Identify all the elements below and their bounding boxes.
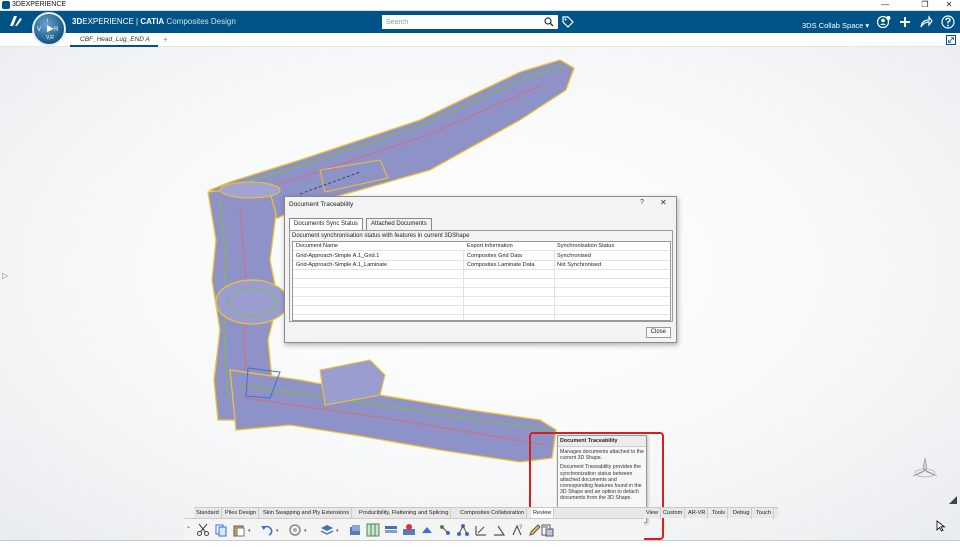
section-tab-view[interactable]: View — [644, 508, 662, 519]
column-header-export-information[interactable]: Export Information — [467, 243, 553, 249]
ds-logo-icon[interactable] — [8, 14, 24, 31]
restore-button[interactable]: ❐ — [914, 0, 936, 9]
share-icon[interactable] — [919, 15, 933, 29]
table-row[interactable]: Grid-Approach-Simple A.1_Laminate Compos… — [293, 261, 670, 270]
export-information-cell: Composites Laminate Data — [467, 262, 535, 268]
document-traceability-icon[interactable] — [540, 523, 554, 537]
user-profile-icon[interactable] — [877, 15, 891, 29]
section-tab-custom[interactable]: Custom — [661, 508, 686, 519]
empty-row — [293, 279, 670, 288]
document-tab-label: CBF_Head_Lug_END A — [80, 36, 150, 43]
section-tab-debug[interactable]: Debug — [731, 508, 753, 519]
table-row[interactable]: Grid-Approach-Simple A.1_Grid.1 Composit… — [293, 252, 670, 261]
action-toolbar: ⌄ ▾ ▾ ▾ ▾ ? — [184, 518, 644, 540]
document-tab-bar: CBF_Head_Lug_END A + — [0, 33, 960, 47]
pin-icon[interactable] — [402, 523, 416, 537]
cut-icon[interactable] — [196, 523, 210, 537]
update-icon[interactable] — [288, 523, 302, 537]
tree-icon[interactable] — [438, 523, 452, 537]
undo-icon[interactable] — [260, 523, 274, 537]
close-window-button[interactable]: ✕ — [938, 0, 960, 9]
tooltip-description: Document Traceability provides the synch… — [560, 464, 642, 502]
sync-status-cell: Not Synchronised — [557, 262, 602, 268]
dialog-close-x-button[interactable]: ✕ — [660, 198, 667, 207]
3d-compass-icon[interactable] — [910, 455, 940, 485]
undo-dropdown-icon[interactable]: ▾ — [276, 528, 279, 534]
app-icon — [2, 1, 10, 9]
column-header-document-name[interactable]: Document Name — [296, 243, 461, 249]
close-button[interactable]: Close — [645, 327, 671, 338]
empty-row — [293, 297, 670, 306]
network-icon[interactable] — [456, 523, 470, 537]
stack-icon[interactable] — [348, 523, 362, 537]
measure-icon[interactable] — [474, 523, 488, 537]
section-tab-bar: Standard Plies Design Skin Swapping and … — [194, 507, 778, 519]
tooltip-summary: Manages documents attached to the curren… — [560, 449, 644, 462]
tag-icon[interactable] — [562, 16, 574, 28]
add-tab-button[interactable]: + — [163, 35, 168, 44]
dialog-help-button[interactable]: ? — [640, 199, 644, 206]
tooltip-title: Document Traceability — [558, 436, 646, 447]
ply-icon[interactable] — [420, 523, 434, 537]
sync-status-table: Document Name Export Information Synchro… — [292, 241, 671, 321]
sync-status-panel: Document synchronisation status with fea… — [289, 230, 673, 322]
copy-icon[interactable] — [214, 523, 228, 537]
section-tab-ar-vr[interactable]: AR-VR — [686, 508, 709, 519]
inspect-icon[interactable]: ? — [510, 523, 524, 537]
toolbar-collapse-icon[interactable]: ⌄ — [186, 523, 191, 530]
table-header-row: Document Name Export Information Synchro… — [293, 242, 670, 251]
section-tab-touch[interactable]: Touch — [754, 508, 774, 519]
compass-widget[interactable]: i V ▶ R V,R — [32, 12, 66, 46]
paste-dropdown-icon[interactable]: ▾ — [248, 528, 251, 534]
document-tab[interactable]: CBF_Head_Lug_END A — [70, 33, 158, 47]
document-name-cell: Grid-Approach-Simple A.1_Laminate — [296, 262, 388, 268]
panel-expand-arrow-icon[interactable]: ▷ — [2, 271, 8, 280]
os-title-bar: 3DEXPERIENCE — ❐ ✕ — [0, 0, 960, 11]
paste-icon[interactable] — [232, 523, 246, 537]
search-input[interactable] — [382, 15, 532, 29]
search-box — [382, 15, 558, 29]
layers-icon[interactable] — [320, 523, 334, 537]
top-bar: 3DEXPERIENCE | CATIA Composites Design 3… — [0, 11, 960, 33]
update-dropdown-icon[interactable]: ▾ — [304, 528, 307, 534]
document-traceability-dialog: Document Traceability ? ✕ Documents Sync… — [284, 196, 677, 343]
compass-v[interactable]: V — [37, 27, 41, 33]
compass-play-icon[interactable]: ▶ — [47, 23, 54, 34]
bottom-strip — [0, 540, 960, 547]
section-tab-tools[interactable]: Tools — [710, 508, 729, 519]
export-information-cell: Composites Grid Data — [467, 253, 523, 259]
tab-attached-documents[interactable]: Attached Documents — [366, 218, 432, 230]
laminate-icon[interactable] — [384, 523, 398, 537]
dialog-title: Document Traceability — [289, 201, 354, 208]
empty-row — [293, 288, 670, 297]
resize-corner-icon[interactable] — [948, 495, 958, 505]
tooltip-body: Manages documents attached to the curren… — [558, 447, 646, 507]
expand-icon[interactable] — [946, 35, 956, 45]
column-header-synchronisation-status[interactable]: Synchronisation Status — [557, 243, 667, 249]
svg-text:?: ? — [519, 525, 523, 531]
empty-row — [293, 270, 670, 279]
empty-row — [293, 306, 670, 315]
search-icon[interactable] — [544, 17, 554, 27]
os-window-title: 3DEXPERIENCE — [12, 1, 67, 8]
help-icon[interactable] — [941, 15, 955, 29]
layers-dropdown-icon[interactable]: ▾ — [336, 528, 339, 534]
grid-icon[interactable] — [366, 523, 380, 537]
angle-icon[interactable] — [492, 523, 506, 537]
mouse-cursor-icon — [936, 520, 946, 532]
document-name-cell: Grid-Approach-Simple A.1_Grid.1 — [296, 253, 380, 259]
panel-description: Document synchronisation status with fea… — [292, 233, 470, 239]
collab-space-selector[interactable]: 3DS Collab Space ▾ — [802, 21, 869, 30]
minimize-button[interactable]: — — [874, 0, 896, 9]
add-icon[interactable] — [898, 15, 912, 29]
brand-title: 3DEXPERIENCE | CATIA Composites Design — [72, 17, 236, 26]
compass-r[interactable]: R — [54, 27, 58, 33]
sync-status-cell: Synchronised — [557, 253, 591, 259]
tab-documents-sync-status[interactable]: Documents Sync Status — [289, 218, 364, 230]
compass-vr[interactable]: V,R — [46, 35, 54, 41]
